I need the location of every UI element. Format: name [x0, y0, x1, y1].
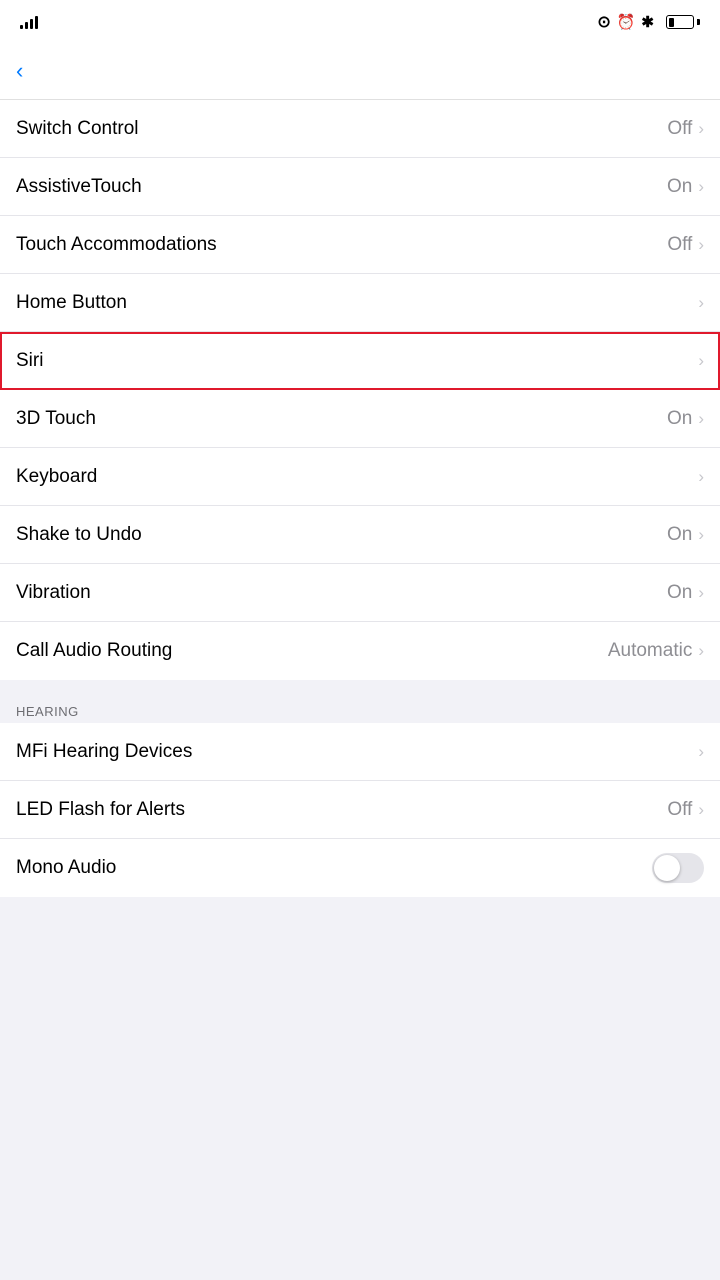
row-right-touch-accommodations: Off ›: [667, 234, 704, 256]
back-chevron-icon: ‹: [16, 60, 23, 82]
row-right-led-flash-alerts: Off ›: [667, 799, 704, 821]
row-value-vibration: On: [667, 582, 692, 604]
chevron-icon-assistive-touch: ›: [698, 177, 704, 197]
row-right-home-button: ›: [698, 293, 704, 313]
back-button[interactable]: ‹: [16, 61, 27, 82]
row-value-switch-control: Off: [667, 118, 692, 140]
toggle-mono-audio[interactable]: [652, 853, 704, 883]
alarm-icon: ⏰: [617, 13, 636, 31]
nav-bar: ‹: [0, 44, 720, 100]
toggle-knob-mono-audio: [654, 855, 680, 881]
settings-row-led-flash-alerts[interactable]: LED Flash for Alerts Off ›: [0, 781, 720, 839]
row-value-3d-touch: On: [667, 408, 692, 430]
row-right-call-audio-routing: Automatic ›: [608, 640, 704, 662]
settings-row-vibration[interactable]: Vibration On ›: [0, 564, 720, 622]
row-right-mfi-hearing-devices: ›: [698, 742, 704, 762]
chevron-icon-shake-to-undo: ›: [698, 525, 704, 545]
settings-row-mfi-hearing-devices[interactable]: MFi Hearing Devices ›: [0, 723, 720, 781]
settings-row-touch-accommodations[interactable]: Touch Accommodations Off ›: [0, 216, 720, 274]
chevron-icon-call-audio-routing: ›: [698, 641, 704, 661]
row-label-mono-audio: Mono Audio: [16, 857, 116, 879]
chevron-icon-3d-touch: ›: [698, 409, 704, 429]
chevron-icon-mfi-hearing-devices: ›: [698, 742, 704, 762]
section-gap-1: [0, 680, 720, 696]
row-right-keyboard: ›: [698, 467, 704, 487]
row-label-3d-touch: 3D Touch: [16, 408, 96, 430]
row-value-assistive-touch: On: [667, 176, 692, 198]
row-value-touch-accommodations: Off: [667, 234, 692, 256]
row-right-vibration: On ›: [667, 582, 704, 604]
row-right-assistive-touch: On ›: [667, 176, 704, 198]
row-label-assistive-touch: AssistiveTouch: [16, 176, 142, 198]
settings-group-interaction: Switch ControlOff›AssistiveTouchOn›Touch…: [0, 100, 720, 680]
settings-row-keyboard[interactable]: Keyboard ›: [0, 448, 720, 506]
bluetooth-icon: ✱: [641, 13, 654, 31]
settings-row-shake-to-undo[interactable]: Shake to Undo On ›: [0, 506, 720, 564]
row-label-switch-control: Switch Control: [16, 118, 139, 140]
settings-row-home-button[interactable]: Home Button ›: [0, 274, 720, 332]
row-label-siri: Siri: [16, 350, 43, 372]
settings-content: Switch ControlOff›AssistiveTouchOn›Touch…: [0, 100, 720, 897]
chevron-icon-vibration: ›: [698, 583, 704, 603]
row-label-touch-accommodations: Touch Accommodations: [16, 234, 217, 256]
row-value-call-audio-routing: Automatic: [608, 640, 692, 662]
target-icon: ⊙: [597, 12, 610, 32]
row-right-siri: ›: [698, 351, 704, 371]
signal-bars-icon: [20, 15, 38, 29]
row-value-led-flash-alerts: Off: [667, 799, 692, 821]
chevron-icon-home-button: ›: [698, 293, 704, 313]
row-right-mono-audio: [652, 853, 704, 883]
settings-row-siri[interactable]: Siri ›: [0, 332, 720, 390]
chevron-icon-led-flash-alerts: ›: [698, 800, 704, 820]
status-bar: ⊙ ⏰ ✱: [0, 0, 720, 44]
row-right-shake-to-undo: On ›: [667, 524, 704, 546]
battery-icon: [666, 15, 700, 29]
chevron-icon-switch-control: ›: [698, 119, 704, 139]
settings-row-switch-control[interactable]: Switch Control Off ›: [0, 100, 720, 158]
chevron-icon-touch-accommodations: ›: [698, 235, 704, 255]
row-label-vibration: Vibration: [16, 582, 91, 604]
row-right-switch-control: Off ›: [667, 118, 704, 140]
row-right-3d-touch: On ›: [667, 408, 704, 430]
row-label-mfi-hearing-devices: MFi Hearing Devices: [16, 741, 192, 763]
row-label-call-audio-routing: Call Audio Routing: [16, 640, 172, 662]
row-label-home-button: Home Button: [16, 292, 127, 314]
settings-group-hearing: MFi Hearing Devices›LED Flash for Alerts…: [0, 723, 720, 897]
settings-row-mono-audio[interactable]: Mono Audio: [0, 839, 720, 897]
settings-row-assistive-touch[interactable]: AssistiveTouch On ›: [0, 158, 720, 216]
row-value-shake-to-undo: On: [667, 524, 692, 546]
settings-row-call-audio-routing[interactable]: Call Audio Routing Automatic ›: [0, 622, 720, 680]
chevron-icon-siri: ›: [698, 351, 704, 371]
status-right: ⊙ ⏰ ✱: [597, 12, 700, 32]
row-label-shake-to-undo: Shake to Undo: [16, 524, 142, 546]
settings-row-3d-touch[interactable]: 3D Touch On ›: [0, 390, 720, 448]
chevron-icon-keyboard: ›: [698, 467, 704, 487]
status-left: [20, 15, 50, 29]
row-label-keyboard: Keyboard: [16, 466, 97, 488]
section-label-hearing: HEARING: [0, 696, 720, 723]
row-label-led-flash-alerts: LED Flash for Alerts: [16, 799, 185, 821]
